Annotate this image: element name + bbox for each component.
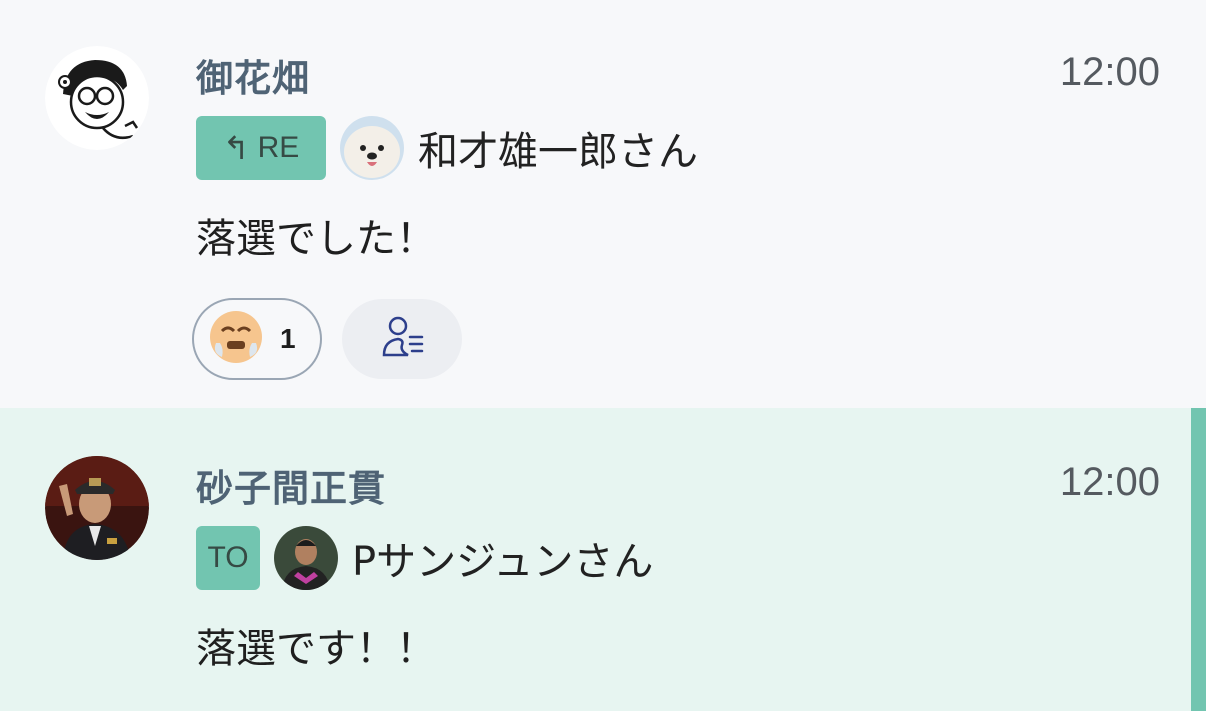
chat-message-highlighted[interactable]: 砂子間正貫 12:00 TO Pサンジュンさん 落選です！！ [0, 408, 1206, 711]
mention-target-name[interactable]: Pサンジュンさん [352, 529, 653, 587]
sender-name[interactable]: 砂子間正貫 [196, 458, 386, 512]
highlight-accent-bar [1191, 408, 1206, 711]
reply-tag-label: RE [257, 131, 300, 164]
mention-reference[interactable]: TO Pサンジュンさん [196, 526, 653, 590]
to-tag-label: TO [207, 541, 249, 574]
reply-tag[interactable]: ↰ RE [196, 116, 326, 180]
reply-target-avatar[interactable] [340, 116, 404, 180]
message-time: 12:00 [1059, 50, 1160, 94]
reply-arrow-icon: ↰ [222, 130, 250, 166]
mention-target-avatar[interactable] [274, 526, 338, 590]
read-members-button[interactable] [342, 299, 462, 379]
reply-reference[interactable]: ↰ RE 和才雄一郎さん [196, 116, 698, 180]
sender-name[interactable]: 御花畑 [196, 48, 310, 102]
reaction-button[interactable]: 1 [192, 298, 322, 380]
sender-avatar[interactable] [45, 456, 149, 560]
message-body: 落選でした！ [196, 216, 436, 262]
message-body: 落選です！！ [196, 626, 436, 672]
crying-face-icon [208, 309, 264, 369]
read-members-icon [378, 313, 426, 365]
reply-target-name[interactable]: 和才雄一郎さん [418, 119, 698, 177]
to-tag[interactable]: TO [196, 526, 260, 590]
reaction-count: 1 [280, 323, 296, 354]
sender-avatar[interactable] [45, 46, 149, 150]
message-time: 12:00 [1059, 460, 1160, 504]
chat-message[interactable]: 御花畑 12:00 ↰ RE 和才雄一郎さん 落選でした！ 1 [0, 0, 1206, 408]
